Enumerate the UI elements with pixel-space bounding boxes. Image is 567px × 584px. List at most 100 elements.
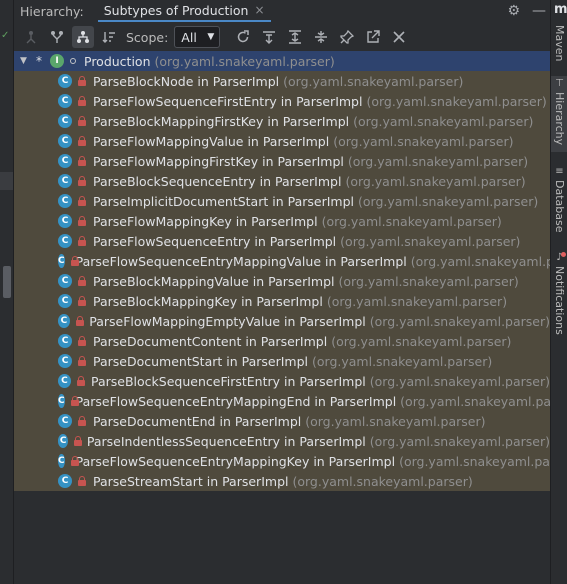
class-hierarchy-icon[interactable] [72,26,94,48]
maven-logo-icon: m [554,2,567,17]
close-icon[interactable]: × [254,3,264,17]
export-to-text-icon[interactable] [258,26,280,48]
tree-node[interactable]: C ParseFlowSequenceEntryMappingEnd in Par… [14,391,567,411]
tool-window-label: Notifications [553,266,566,335]
tree-node-name: ParseBlockMappingValue in ParserImpl [93,273,335,289]
tool-window-hierarchy[interactable]: ⊤ Hierarchy [551,76,567,152]
class-icon: C [58,454,65,468]
titlebar-actions: ⚙ — [507,0,546,22]
tree-node-name: Production [84,53,151,69]
tree-node[interactable]: C ParseFlowSequenceEntryMappingKey in Par… [14,451,567,471]
tree-node-name: ParseDocumentStart in ParserImpl [93,353,309,369]
tree-root-production[interactable]: ▼ * I Production (org.yaml.snakeyaml.par… [14,51,550,71]
tree-node[interactable]: C ParseFlowSequenceEntryMappingValue in P… [14,251,567,271]
tree-node-name: ParseBlockMappingKey in ParserImpl [93,293,323,309]
tree-node[interactable]: C ParseBlockMappingValue in ParserImpl (or… [14,271,550,291]
tab-subtypes-of-production[interactable]: Subtypes of Production × [97,0,271,22]
tree-node-package: (org.yaml.snakeyaml.parser) [358,193,539,209]
right-tool-strip: m Maven ⊤ Hierarchy ≡ Database ♪ Notific… [550,0,567,584]
tree-node-package: (org.yaml.snakeyaml.parser) [347,153,529,169]
database-icon: ≡ [555,166,564,177]
tree-node-package: (org.yaml.snakeyaml.parse [400,393,567,409]
tree-node-name: ParseBlockSequenceFirstEntry in ParserIm… [91,373,366,389]
tree-node-name: ParseFlowSequenceEntryMappingValue in Pa… [75,253,407,269]
tree-node-package: (org.yaml.snakeyaml.parser) [333,133,514,149]
refresh-icon[interactable] [232,26,254,48]
supertypes-hierarchy-icon[interactable] [20,26,42,48]
tree-node[interactable]: C ParseImplicitDocumentStart in ParserImp… [14,191,550,211]
panel-title: Hierarchy: [20,3,84,19]
gutter-marker [0,172,13,190]
tree-node-package: (org.yaml.snakeyaml.parser) [292,473,473,489]
tool-window-label: Maven [553,25,566,62]
check-icon: ✓ [1,30,10,41]
tree-node-name: ParseFlowMappingValue in ParserImpl [93,133,330,149]
minimize-icon[interactable]: — [532,3,546,19]
class-icon: C [58,214,72,228]
lock-icon [77,196,87,206]
expand-all-icon[interactable] [284,26,306,48]
class-icon: C [58,254,65,268]
tree-node[interactable]: C ParseFlowMappingEmptyValue in ParserImp… [14,311,550,331]
chevron-down-icon[interactable]: ▼ [20,56,32,66]
tree-node-package: (org.yaml.snakeyaml.parser) [312,353,493,369]
tree-node[interactable]: C ParseFlowMappingValue in ParserImpl (org… [14,131,550,151]
open-visibility-icon [70,58,76,64]
scrollbar-thumb[interactable] [3,266,11,298]
tab-label: Subtypes of Production [103,2,249,18]
tree-node[interactable]: C ParseDocumentEnd in ParserImpl (org.yaml… [14,411,550,431]
tool-window-maven[interactable]: Maven [551,22,567,64]
close-hierarchy-icon[interactable] [388,26,410,48]
tree-node[interactable]: C ParseFlowSequenceFirstEntry in ParserIm… [14,91,550,111]
tree-node[interactable]: C ParseFlowMappingKey in ParserImpl (org.y… [14,211,550,231]
tree-node-name: ParseFlowSequenceEntryMappingKey in Pars… [75,453,396,469]
collapse-all-icon[interactable] [310,26,332,48]
class-icon: C [58,474,72,488]
tree-node-package: (org.yaml.snakeyaml.parser) [369,433,550,449]
panel-titlebar: Hierarchy: Subtypes of Production × ⚙ — [14,0,550,22]
hierarchy-tree: ▼ * I Production (org.yaml.snakeyaml.par… [14,51,567,491]
tree-node[interactable]: C ParseIndentlessSequenceEntry in ParserI… [14,431,550,451]
tree-node[interactable]: C ParseFlowMappingFirstKey in ParserImpl(… [14,151,550,171]
pin-tab-icon[interactable] [336,26,358,48]
tree-node[interactable]: C ParseFlowSequenceEntry in ParserImpl (or… [14,231,550,251]
tree-node-name: ParseBlockNode in ParserImpl [93,73,280,89]
tree-node-name: ParseFlowMappingEmptyValue in ParserImpl [89,313,366,329]
class-icon: C [58,434,69,448]
open-in-window-icon[interactable] [362,26,384,48]
tree-node-name: ParseFlowSequenceFirstEntry in ParserImp… [93,93,363,109]
lock-icon [77,476,87,486]
class-icon: C [58,194,72,208]
tree-node[interactable]: C ParseStreamStart in ParserImpl (org.yaml… [14,471,550,491]
chevron-down-icon: ▼ [207,32,215,42]
tree-node[interactable]: C ParseBlockSequenceFirstEntry in ParserI… [14,371,550,391]
class-icon: C [58,74,72,88]
lock-icon [73,436,83,446]
tree-node-package: (org.yaml.snakeyaml.parser) [154,53,335,69]
tree-node[interactable]: C ParseDocumentContent in ParserImpl (org.… [14,331,550,351]
tree-node[interactable]: C ParseBlockMappingKey in ParserImpl (org.… [14,291,550,311]
class-icon: C [58,174,72,188]
tree-node[interactable]: C ParseDocumentStart in ParserImpl (org.ya… [14,351,550,371]
tree-node[interactable]: C ParseBlockMappingFirstKey in ParserImpl… [14,111,550,131]
hierarchy-panel: Hierarchy: Subtypes of Production × ⚙ — … [14,0,567,584]
gear-icon[interactable]: ⚙ [507,3,520,19]
class-icon: C [58,414,72,428]
tree-node[interactable]: C ParseBlockNode in ParserImpl (org.yaml.s… [14,71,550,91]
tree-node[interactable]: C ParseBlockSequenceEntry in ParserImpl (o… [14,171,550,191]
subtypes-hierarchy-icon[interactable] [46,26,68,48]
scope-dropdown[interactable]: All ▼ [174,26,221,48]
lock-icon [77,416,87,426]
sort-alphabetically-icon[interactable] [98,26,120,48]
notification-badge [561,252,566,257]
tree-node-package: (org.yaml.snakeyaml.parser) [321,213,502,229]
tree-node-name: ParseFlowSequenceEntryMappingEnd in Pars… [75,393,397,409]
lock-icon [77,96,87,106]
tree-node-name: ParseFlowSequenceEntry in ParserImpl [93,233,337,249]
tool-window-notifications[interactable]: ♪ Notifications [551,250,567,344]
class-icon: C [58,234,72,248]
tool-window-database[interactable]: ≡ Database [551,164,567,236]
tree-node-package: (org.yaml.snakeyaml.parser) [331,333,512,349]
tree-node-package: (org.yaml.snakeyaml.parser) [326,293,508,309]
class-icon: C [58,394,65,408]
